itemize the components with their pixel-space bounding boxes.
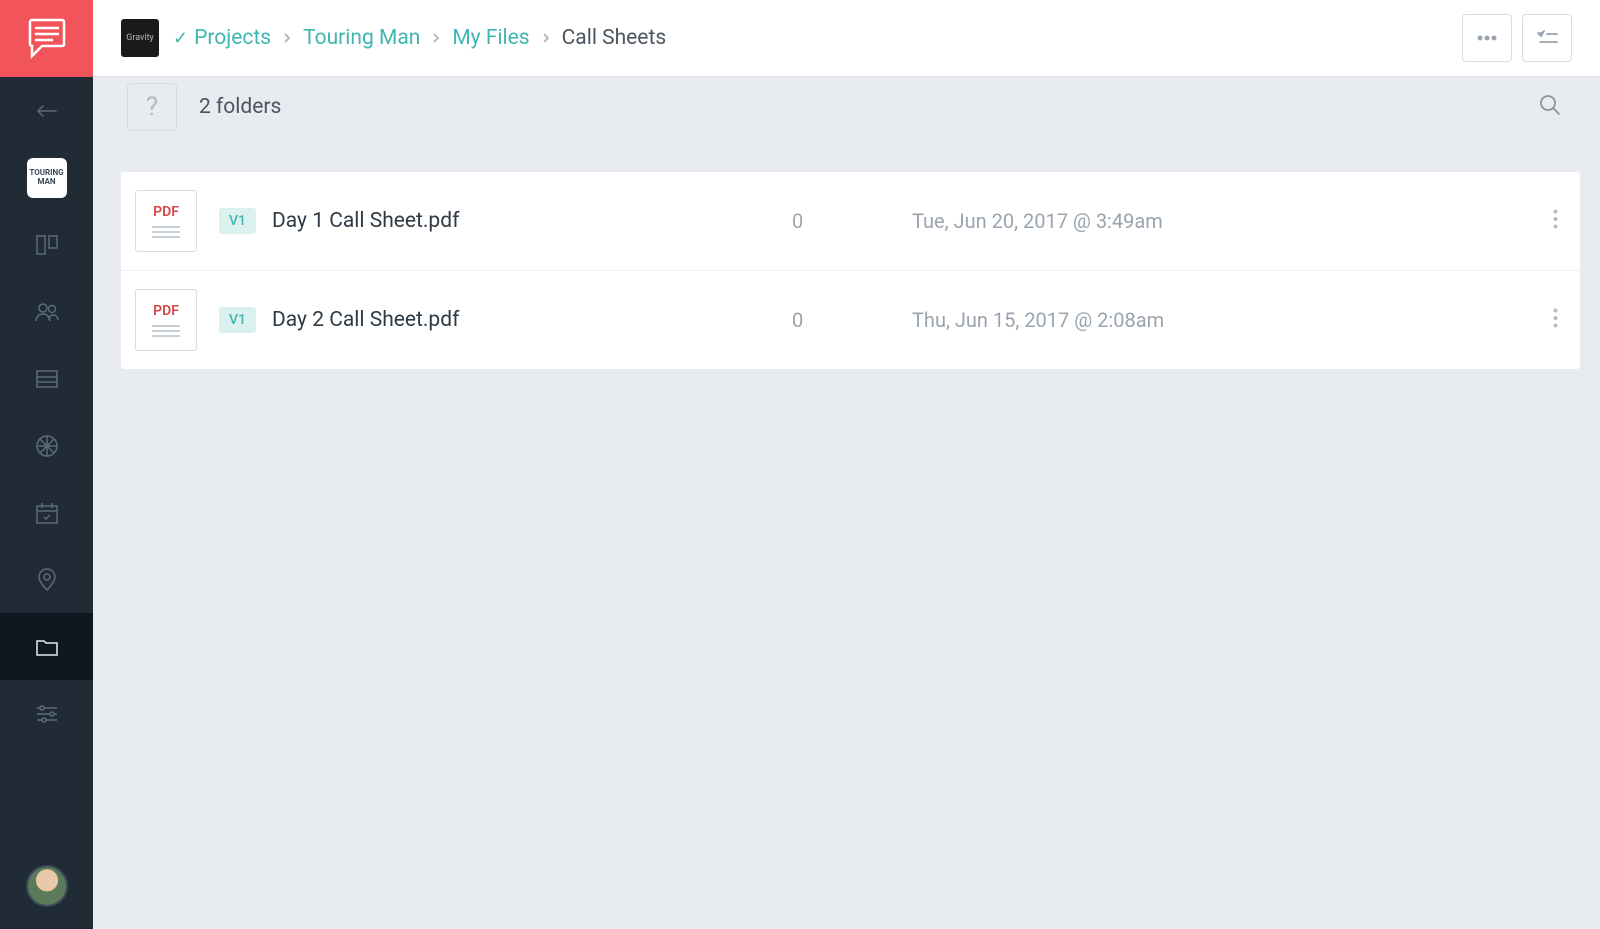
kebab-icon: [1553, 209, 1558, 229]
doc-lines-icon: [152, 325, 180, 337]
doc-lines-icon: [152, 226, 180, 238]
file-count: 0: [792, 308, 912, 332]
calendar-icon: [34, 500, 60, 526]
file-count: 0: [792, 209, 912, 233]
version-badge: V1: [219, 307, 256, 333]
chevron-right-icon: [430, 32, 442, 44]
chevron-right-icon: [281, 32, 293, 44]
more-button[interactable]: [1462, 14, 1512, 62]
arrow-left-icon: [34, 98, 60, 124]
columns-icon: [34, 232, 60, 258]
file-row[interactable]: PDF V1 Day 2 Call Sheet.pdf 0 Thu, Jun 1…: [121, 271, 1580, 369]
nav-people[interactable]: [0, 278, 93, 345]
project-thumbnail[interactable]: Gravity: [121, 19, 159, 57]
folder-icon: [34, 634, 60, 660]
nav-shots[interactable]: [0, 412, 93, 479]
crumb-current: Call Sheets: [562, 26, 667, 50]
crumb-touring-man[interactable]: Touring Man: [303, 26, 420, 50]
sidebar: TOURING MAN: [0, 0, 93, 929]
file-date: Tue, Jun 20, 2017 @ 3:49am: [912, 209, 1560, 233]
list-icon: [34, 366, 60, 392]
tasks-button[interactable]: [1522, 14, 1572, 62]
project-icon: TOURING MAN: [27, 158, 67, 198]
file-list: PDF V1 Day 1 Call Sheet.pdf 0 Tue, Jun 2…: [121, 172, 1580, 369]
file-menu-button[interactable]: [1545, 300, 1566, 340]
app-logo[interactable]: [0, 0, 93, 77]
breadcrumb: ✓ Projects Touring Man My Files Call She…: [173, 26, 666, 50]
nav-boards[interactable]: [0, 211, 93, 278]
sidebar-nav: TOURING MAN: [0, 77, 93, 747]
pdf-icon: PDF: [135, 190, 197, 252]
folder-count: 2 folders: [199, 95, 281, 119]
sliders-icon: [34, 701, 60, 727]
check-icon: ✓: [173, 28, 188, 49]
location-icon: [34, 567, 60, 593]
file-row[interactable]: PDF V1 Day 1 Call Sheet.pdf 0 Tue, Jun 2…: [121, 172, 1580, 271]
crumb-projects[interactable]: Projects: [194, 26, 271, 50]
dots-icon: [1477, 35, 1497, 41]
search-icon: [1538, 93, 1562, 117]
main-content: Gravity ✓ Projects Touring Man My Files …: [93, 0, 1600, 929]
file-name: Day 1 Call Sheet.pdf: [272, 209, 792, 233]
help-button[interactable]: ?: [127, 83, 177, 131]
nav-list[interactable]: [0, 345, 93, 412]
chevron-right-icon: [540, 32, 552, 44]
nav-project[interactable]: TOURING MAN: [0, 144, 93, 211]
kebab-icon: [1553, 308, 1558, 328]
version-badge: V1: [219, 208, 256, 234]
file-menu-button[interactable]: [1545, 201, 1566, 241]
topbar: Gravity ✓ Projects Touring Man My Files …: [93, 0, 1600, 77]
file-type-label: PDF: [153, 303, 179, 319]
nav-settings[interactable]: [0, 680, 93, 747]
nav-back[interactable]: [0, 77, 93, 144]
file-type-label: PDF: [153, 204, 179, 220]
nav-calendar[interactable]: [0, 479, 93, 546]
search-button[interactable]: [1538, 93, 1562, 121]
crumb-my-files[interactable]: My Files: [452, 26, 529, 50]
topbar-actions: [1462, 14, 1572, 62]
user-avatar[interactable]: [26, 865, 68, 907]
nav-locations[interactable]: [0, 546, 93, 613]
pdf-icon: PDF: [135, 289, 197, 351]
chat-icon: [24, 18, 70, 60]
subbar: ? 2 folders: [93, 78, 1600, 136]
aperture-icon: [34, 433, 60, 459]
file-name: Day 2 Call Sheet.pdf: [272, 308, 792, 332]
people-icon: [34, 299, 60, 325]
nav-files[interactable]: [0, 613, 93, 680]
file-date: Thu, Jun 15, 2017 @ 2:08am: [912, 308, 1560, 332]
checklist-icon: [1536, 29, 1558, 47]
